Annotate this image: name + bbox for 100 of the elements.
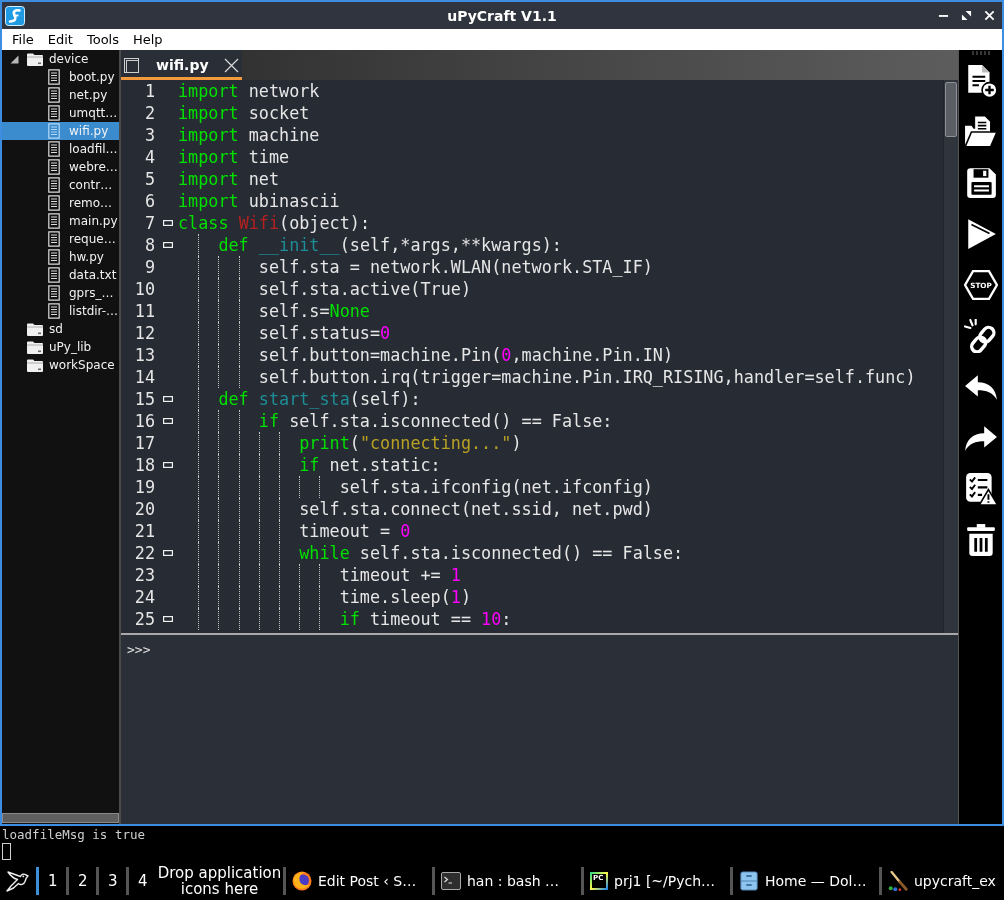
menu-item[interactable]: File: [7, 30, 39, 49]
maximize-icon[interactable]: [961, 10, 972, 21]
code-line: self.button.irq(trigger=machine.Pin.IRQ_RISING,handler=self.func): [178, 366, 916, 388]
folder-icon: [27, 52, 43, 66]
line-number: 20: [134, 499, 155, 519]
open-folder-icon[interactable]: [963, 114, 998, 149]
line-number: 13: [134, 345, 155, 365]
window-title: uPyCraft V1.1: [447, 7, 557, 24]
app-logo-icon: [5, 5, 25, 26]
menu-item[interactable]: Edit: [42, 30, 78, 49]
fold-marker-icon[interactable]: [163, 220, 173, 226]
fold-marker-icon[interactable]: [163, 550, 173, 556]
tree-item[interactable]: net.py: [2, 86, 119, 104]
checklist-warning-icon[interactable]: [963, 471, 998, 506]
line-number: 7: [144, 213, 155, 233]
code-line: import socket: [178, 102, 310, 124]
line-number: 23: [134, 565, 155, 585]
console-prompt: >>>: [127, 642, 151, 657]
taskbar-button[interactable]: Home — Dol…: [733, 866, 879, 896]
menu-item[interactable]: Help: [128, 30, 168, 49]
chain-link-icon[interactable]: [963, 318, 998, 353]
code-line: class Wifi(object):: [178, 212, 370, 234]
line-number: 1: [144, 81, 155, 101]
line-number: 24: [134, 587, 155, 607]
square-icon[interactable]: [124, 57, 139, 73]
line-number: 19: [134, 477, 155, 497]
taskbar-button[interactable]: Edit Post ‹ S…: [286, 866, 432, 896]
tree-item[interactable]: uPy_lib: [2, 338, 119, 356]
document-icon: [48, 69, 60, 85]
code-line: import network: [178, 80, 320, 102]
menu-item[interactable]: Tools: [81, 30, 124, 49]
caret-icon[interactable]: [9, 54, 19, 64]
workspace-button[interactable]: 4: [126, 867, 156, 895]
tree-item[interactable]: hw.py: [2, 248, 119, 266]
document-icon: [48, 195, 60, 211]
globe-icon: [292, 871, 312, 891]
code-line: import machine: [178, 124, 320, 146]
fold-marker-icon[interactable]: [163, 616, 173, 622]
code-line: time.sleep(1): [178, 586, 471, 608]
workspace-button[interactable]: 3: [96, 867, 126, 895]
tree-item[interactable]: reque…: [2, 230, 119, 248]
scrollbar-thumb[interactable]: [945, 82, 957, 137]
close-icon[interactable]: [223, 57, 239, 73]
code-line: while self.sta.isconnected() == False:: [178, 542, 684, 564]
code-line: import time: [178, 146, 290, 168]
tree-item[interactable]: listdir-…: [2, 302, 119, 320]
cursor-icon: [2, 843, 11, 860]
document-icon: [48, 303, 60, 319]
tree-item[interactable]: loadfil…: [2, 140, 119, 158]
document-icon: [48, 267, 60, 283]
fold-marker-icon[interactable]: [163, 396, 173, 402]
fold-marker-icon[interactable]: [163, 418, 173, 424]
tree-item[interactable]: webre…: [2, 158, 119, 176]
line-number: 25: [134, 609, 155, 629]
line-number: 12: [134, 323, 155, 343]
taskbar-button[interactable]: han : bash …: [435, 866, 581, 896]
code-line: if net.static:: [178, 454, 441, 476]
document-icon: [48, 159, 60, 175]
code-line: self.status=0: [178, 322, 391, 344]
tree-item[interactable]: boot.py: [2, 68, 119, 86]
fold-marker-icon[interactable]: [163, 242, 173, 248]
file-cabinet-icon: [739, 871, 759, 891]
line-number: 21: [134, 521, 155, 541]
folder-icon: [27, 358, 43, 372]
folder-icon: [27, 340, 43, 354]
line-number: 4: [144, 147, 155, 167]
line-number: 15: [134, 389, 155, 409]
terminal-icon: [441, 871, 461, 891]
code-line: self.s=None: [178, 300, 370, 322]
document-icon: [48, 105, 60, 121]
tree-item[interactable]: sd: [2, 320, 119, 338]
drop-hint: Drop application icons here: [156, 865, 283, 897]
document-icon: [48, 123, 60, 139]
fold-marker-icon[interactable]: [163, 462, 173, 468]
grip-icon[interactable]: [970, 51, 991, 55]
code-line: self.sta.ifconfig(net.ifconfig): [178, 476, 653, 498]
document-icon: [48, 249, 60, 265]
workspace-button[interactable]: 1: [36, 867, 66, 895]
line-number: 9: [144, 257, 155, 277]
scrollbar[interactable]: [943, 80, 958, 633]
document-icon: [48, 177, 60, 193]
tree-item[interactable]: gprs_…: [2, 284, 119, 302]
scrollbar[interactable]: [2, 813, 119, 823]
code-line: self.sta = network.WLAN(network.STA_IF): [178, 256, 653, 278]
tree-item[interactable]: contr…: [2, 176, 119, 194]
line-number: 18: [134, 455, 155, 475]
tree-item[interactable]: main.py: [2, 212, 119, 230]
line-number: 6: [144, 191, 155, 211]
terminal-output: loadfileMsg is true: [2, 826, 146, 843]
tree-item[interactable]: workSpace: [2, 356, 119, 374]
document-icon: [48, 213, 60, 229]
bird-icon[interactable]: [5, 869, 29, 893]
taskbar-button[interactable]: upycraft_ex: [882, 866, 996, 896]
tree-item[interactable]: remo…: [2, 194, 119, 212]
paintbrush-icon: [888, 871, 908, 891]
file-tab[interactable]: wifi.py: [121, 50, 242, 80]
tree-item[interactable]: device: [2, 50, 119, 68]
workspace-button[interactable]: 2: [66, 867, 96, 895]
tree-item[interactable]: umqtt…: [2, 104, 119, 122]
tree-item[interactable]: data.txt: [2, 266, 119, 284]
